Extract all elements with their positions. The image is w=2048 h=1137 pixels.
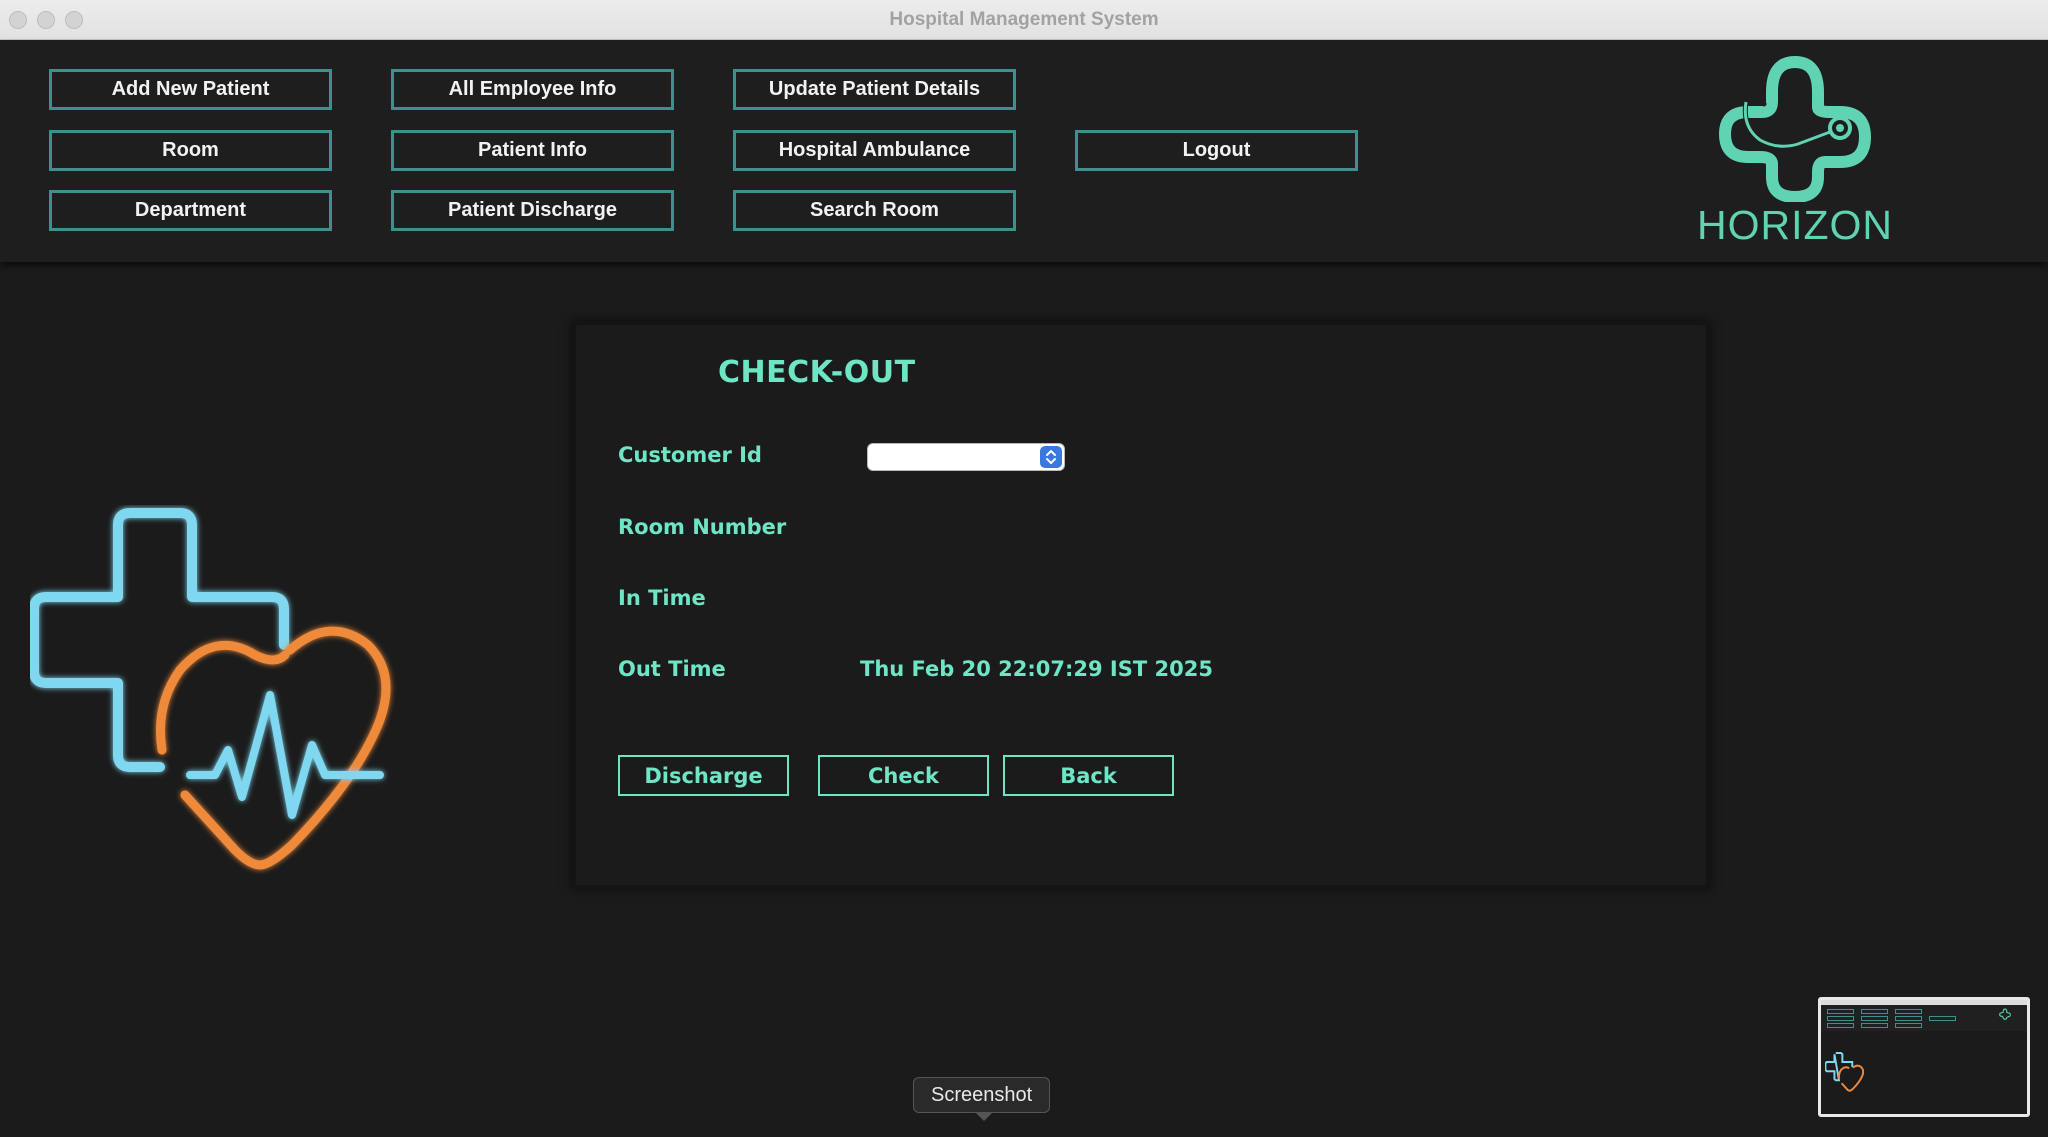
out-time-value: Thu Feb 20 22:07:29 IST 2025	[860, 657, 1213, 681]
brand-name: HORIZON	[1696, 202, 1894, 248]
room-number-label: Room Number	[618, 515, 787, 539]
logout-button[interactable]: Logout	[1075, 130, 1358, 171]
out-time-label: Out Time	[618, 657, 726, 681]
screenshot-tooltip: Screenshot	[913, 1077, 1051, 1113]
app-window: Hospital Management System Add New Patie…	[0, 0, 2048, 1137]
department-button[interactable]: Department	[49, 190, 332, 231]
patient-discharge-button[interactable]: Patient Discharge	[391, 190, 674, 231]
customer-id-label: Customer Id	[618, 443, 762, 467]
checkout-title: CHECK-OUT	[718, 355, 916, 390]
stethoscope-cross-icon	[1719, 56, 1871, 203]
horizon-logo: HORIZON	[1690, 52, 1900, 252]
screenshot-thumbnail[interactable]	[1818, 997, 2030, 1117]
select-stepper-icon[interactable]	[1040, 446, 1062, 468]
back-button[interactable]: Back	[1003, 755, 1174, 796]
all-employee-info-button[interactable]: All Employee Info	[391, 69, 674, 110]
patient-info-button[interactable]: Patient Info	[391, 130, 674, 171]
room-button[interactable]: Room	[49, 130, 332, 171]
window-title: Hospital Management System	[889, 9, 1159, 30]
search-room-button[interactable]: Search Room	[733, 190, 1016, 231]
title-bar: Hospital Management System	[0, 0, 2048, 40]
customer-id-select[interactable]	[867, 443, 1065, 471]
in-time-label: In Time	[618, 586, 706, 610]
discharge-button[interactable]: Discharge	[618, 755, 789, 796]
checkout-panel: CHECK-OUT Customer Id Room Number In Tim…	[576, 325, 1706, 885]
thumbnail-illustration-icon	[1825, 1052, 1865, 1092]
medical-illustration	[29, 505, 440, 875]
check-button[interactable]: Check	[818, 755, 989, 796]
tooltip-arrow	[975, 1112, 993, 1121]
update-patient-details-button[interactable]: Update Patient Details	[733, 69, 1016, 110]
thumbnail-logo-icon	[1999, 1008, 2011, 1020]
add-new-patient-button[interactable]: Add New Patient	[49, 69, 332, 110]
hospital-ambulance-button[interactable]: Hospital Ambulance	[733, 130, 1016, 171]
medical-cross-heartbeat-icon	[29, 508, 391, 870]
